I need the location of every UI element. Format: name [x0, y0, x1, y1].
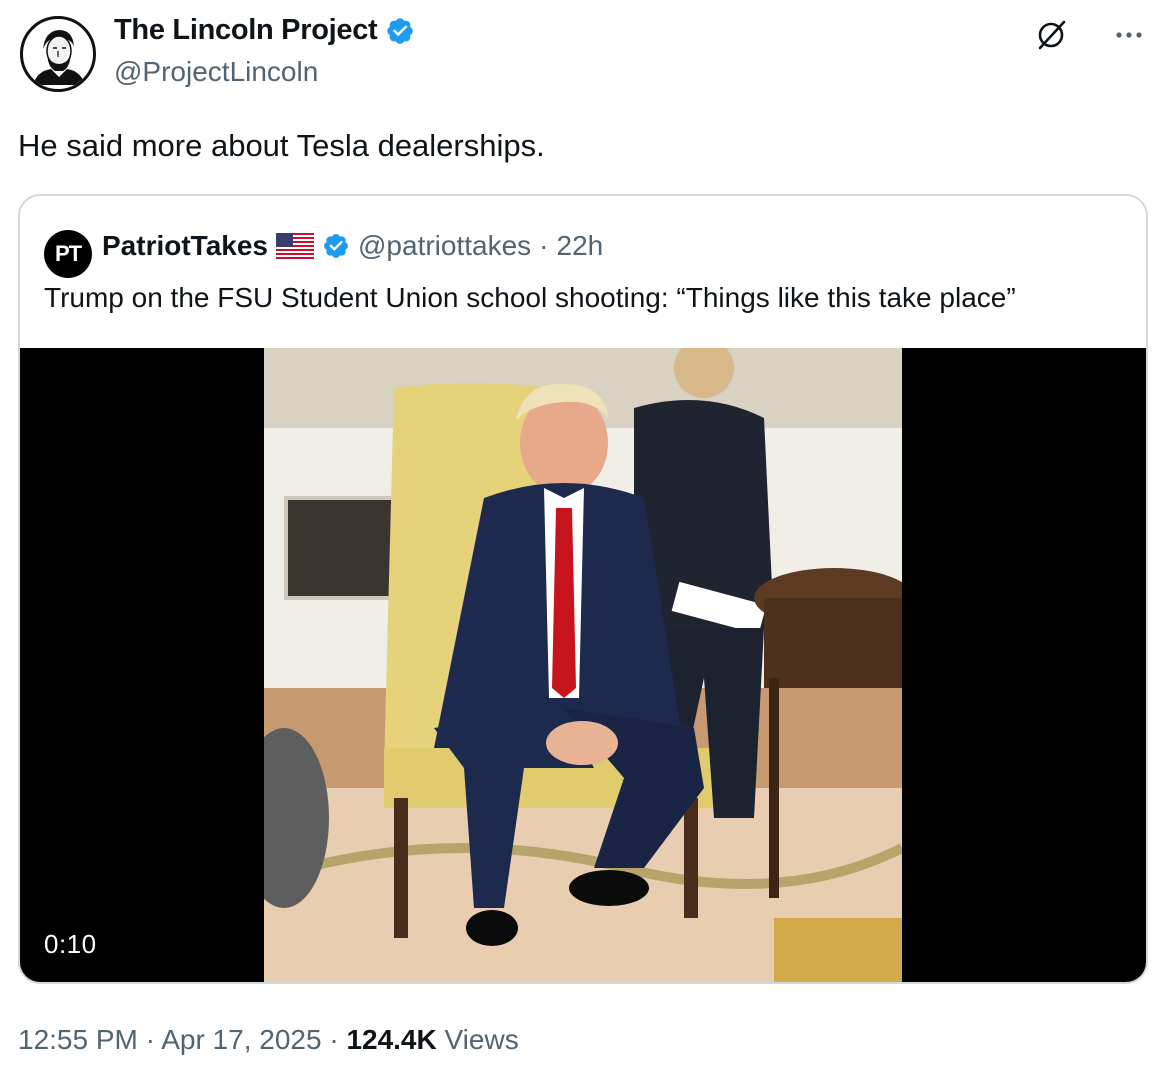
tweet-date[interactable]: Apr 17, 2025: [161, 1024, 321, 1055]
quoted-author-handle[interactable]: @patriottakes: [358, 226, 531, 266]
video-player[interactable]: 0:10: [20, 348, 1146, 982]
author-avatar[interactable]: [20, 16, 96, 92]
views-count: 124.4K: [346, 1024, 437, 1055]
video-frame: [264, 348, 902, 982]
quoted-tweet-card[interactable]: PT PatriotTakes @patriottakes · 22h Trum…: [18, 194, 1148, 984]
author-handle[interactable]: @ProjectLincoln: [114, 56, 318, 88]
quoted-author-name[interactable]: PatriotTakes: [102, 226, 268, 266]
author-display-name[interactable]: The Lincoln Project: [114, 14, 378, 47]
video-duration: 0:10: [44, 929, 97, 959]
lincoln-portrait-icon: [25, 21, 91, 87]
quoted-verified-badge-icon: [324, 234, 348, 258]
quoted-author-avatar[interactable]: PT: [44, 230, 92, 278]
grok-icon[interactable]: [1034, 18, 1068, 52]
more-icon[interactable]: [1112, 20, 1146, 50]
us-flag-icon: [276, 233, 314, 259]
tweet: The Lincoln Project @ProjectLincoln He s…: [0, 0, 1176, 1080]
quoted-tweet-header: PatriotTakes @patriottakes · 22h: [102, 226, 603, 266]
verified-badge-icon: [387, 17, 414, 44]
tweet-meta: 12:55 PM · Apr 17, 2025 · 124.4K Views: [18, 1020, 519, 1060]
views-label: Views: [444, 1024, 519, 1055]
tweet-time[interactable]: 12:55 PM: [18, 1024, 138, 1055]
tweet-text: He said more about Tesla dealerships.: [18, 128, 545, 163]
quoted-tweet-text: Trump on the FSU Student Union school sh…: [44, 282, 1016, 313]
quoted-timestamp[interactable]: 22h: [557, 226, 604, 266]
author-name-row[interactable]: The Lincoln Project: [114, 14, 415, 47]
meta-separator: ·: [329, 1024, 339, 1055]
meta-separator: ·: [145, 1024, 155, 1055]
quoted-separator: ·: [539, 230, 549, 261]
